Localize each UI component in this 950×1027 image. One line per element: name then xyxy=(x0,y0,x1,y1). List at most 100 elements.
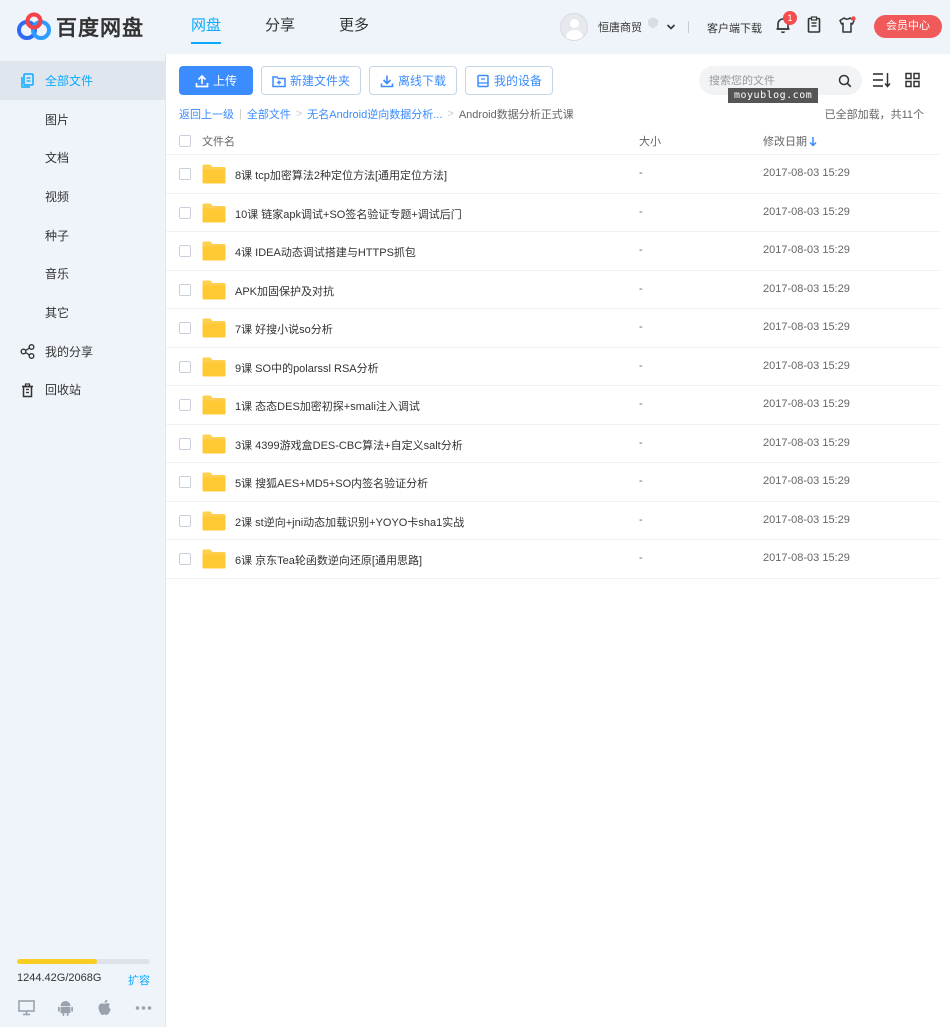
column-header-size[interactable]: 大小 xyxy=(639,133,661,149)
file-modified-date: 2017-08-03 15:29 xyxy=(763,359,850,372)
avatar[interactable] xyxy=(560,13,588,41)
offline-download-button[interactable]: 离线下载 xyxy=(369,66,458,95)
table-row[interactable]: 3课 4399游戏盒DES-CBC算法+自定义salt分析 - 2017-08-03… xyxy=(166,425,940,463)
file-name[interactable]: 1课 态态DES加密初探+smali注入调试 xyxy=(235,398,420,414)
table-row[interactable]: 8课 tcp加密算法2种定位方法[通用定位方法] - 2017-08-03 15:2… xyxy=(166,155,940,194)
file-size: - xyxy=(639,359,643,372)
file-modified-date: 2017-08-03 15:29 xyxy=(763,244,850,256)
row-checkbox[interactable] xyxy=(179,360,191,373)
clipboard-icon[interactable] xyxy=(805,16,823,34)
file-name[interactable]: APK加固保护及对抗 xyxy=(235,283,334,299)
device-icon xyxy=(477,74,489,87)
search-icon[interactable] xyxy=(838,74,852,88)
sidebar-item-documents[interactable]: 文档 xyxy=(0,138,165,177)
vip-center-button[interactable]: 会员中心 xyxy=(874,15,942,38)
file-name[interactable]: 4课 IDEA动态调试搭建与HTTPS抓包 xyxy=(235,244,416,260)
select-all-checkbox[interactable] xyxy=(179,135,191,147)
file-modified-date: 2017-08-03 15:29 xyxy=(763,167,850,179)
row-checkbox[interactable] xyxy=(179,437,191,450)
table-row[interactable]: 2课 st逆向+jni动态加载识别+YOYO卡sha1实战 - 2017-08-03… xyxy=(166,502,940,540)
search-input[interactable] xyxy=(709,74,829,87)
client-download-link[interactable]: 客户端下载 xyxy=(707,20,762,36)
quota-bar xyxy=(17,959,150,964)
share-icon xyxy=(20,343,35,359)
logo[interactable]: 百度网盘 xyxy=(16,12,144,42)
table-row[interactable]: 5课 搜狐AES+MD5+SO内签名验证分析 - 2017-08-03 15:29 xyxy=(166,463,940,502)
sidebar-item-my-shares[interactable]: 我的分享 xyxy=(0,332,165,371)
grid-view-icon[interactable] xyxy=(903,71,923,89)
sidebar-item-videos[interactable]: 视频 xyxy=(0,177,165,216)
username[interactable]: 恒唐商贸 xyxy=(598,19,642,35)
file-name[interactable]: 3课 4399游戏盒DES-CBC算法+自定义salt分析 xyxy=(235,437,463,453)
top-nav: 网盘 分享 更多 xyxy=(176,0,398,54)
table-row[interactable]: 7课 好搜小说so分析 - 2017-08-03 15:29 xyxy=(166,309,940,348)
new-folder-icon xyxy=(272,75,286,87)
breadcrumb-parent[interactable]: 无名Android逆向数据分析... xyxy=(307,106,442,122)
file-name[interactable]: 9课 SO中的polarssl RSA分析 xyxy=(235,360,379,376)
row-checkbox[interactable] xyxy=(179,283,191,296)
sidebar-item-label: 我的分享 xyxy=(45,344,94,359)
folder-icon xyxy=(202,203,226,222)
folder-icon xyxy=(202,241,226,261)
breadcrumb-root[interactable]: 全部文件 xyxy=(247,106,291,122)
nav-more[interactable]: 更多 xyxy=(324,0,384,54)
sidebar-item-images[interactable]: 图片 xyxy=(0,100,165,139)
upload-button[interactable]: 上传 xyxy=(179,66,253,95)
sidebar-item-recycle-bin[interactable]: 回收站 xyxy=(0,371,165,410)
table-header: 文件名 大小 修改日期 xyxy=(166,129,940,155)
file-name[interactable]: 8课 tcp加密算法2种定位方法[通用定位方法] xyxy=(235,167,447,183)
file-name[interactable]: 2课 st逆向+jni动态加载识别+YOYO卡sha1实战 xyxy=(235,514,464,530)
table-row[interactable]: 1课 态态DES加密初探+smali注入调试 - 2017-08-03 15:29 xyxy=(166,386,940,425)
sort-icon[interactable] xyxy=(872,71,892,89)
breadcrumb-back[interactable]: 返回上一级 xyxy=(179,106,234,122)
table-row[interactable]: 4课 IDEA动态调试搭建与HTTPS抓包 - 2017-08-03 15:29 xyxy=(166,232,940,271)
nav-share[interactable]: 分享 xyxy=(250,0,310,54)
row-checkbox[interactable] xyxy=(179,476,191,488)
row-checkbox[interactable] xyxy=(179,168,191,180)
chevron-down-icon[interactable] xyxy=(666,22,676,32)
table-row[interactable]: 10课 链家apk调试+SO签名验证专题+调试后门 - 2017-08-03 15:… xyxy=(166,194,940,232)
sidebar-item-music[interactable]: 音乐 xyxy=(0,254,165,293)
more-icon[interactable] xyxy=(134,998,153,1017)
row-checkbox[interactable] xyxy=(179,553,191,565)
row-checkbox[interactable] xyxy=(179,245,191,257)
sidebar-item-label: 回收站 xyxy=(45,383,82,398)
tshirt-skin-icon[interactable] xyxy=(838,16,856,34)
desktop-icon[interactable] xyxy=(17,998,36,1017)
row-checkbox[interactable] xyxy=(179,206,191,219)
sidebar-item-label: 种子 xyxy=(45,228,70,243)
apple-icon[interactable] xyxy=(95,998,114,1017)
file-name[interactable]: 5课 搜狐AES+MD5+SO内签名验证分析 xyxy=(235,475,428,491)
row-checkbox[interactable] xyxy=(179,322,191,334)
table-row[interactable]: 6课 京东Tea轮函数逆向还原[通用思路] - 2017-08-03 15:29 xyxy=(166,540,940,579)
file-size: - xyxy=(639,282,643,295)
file-list: 8课 tcp加密算法2种定位方法[通用定位方法] - 2017-08-03 15:2… xyxy=(166,155,940,579)
expand-storage-link[interactable]: 扩容 xyxy=(128,972,150,988)
table-row[interactable]: 9课 SO中的polarssl RSA分析 - 2017-08-03 15:29 xyxy=(166,348,940,386)
sidebar-item-label: 全部文件 xyxy=(45,73,94,88)
file-size: - xyxy=(639,475,643,487)
file-size: - xyxy=(639,552,643,564)
row-checkbox[interactable] xyxy=(179,399,191,411)
sidebar-item-other[interactable]: 其它 xyxy=(0,293,165,332)
vip-level-icon xyxy=(648,17,658,29)
row-checkbox[interactable] xyxy=(179,514,191,527)
offline-download-button-label: 离线下载 xyxy=(398,74,447,88)
android-icon[interactable] xyxy=(56,998,75,1017)
file-modified-date: 2017-08-03 15:29 xyxy=(763,398,850,410)
new-folder-button[interactable]: 新建文件夹 xyxy=(261,66,362,95)
quota-text: 1244.42G/2068G xyxy=(17,972,102,984)
file-name[interactable]: 6课 京东Tea轮函数逆向还原[通用思路] xyxy=(235,552,422,568)
file-name[interactable]: 10课 链家apk调试+SO签名验证专题+调试后门 xyxy=(235,206,462,222)
sidebar-item-all-files[interactable]: 全部文件 xyxy=(0,61,165,100)
file-name[interactable]: 7课 好搜小说so分析 xyxy=(235,321,333,337)
table-row[interactable]: APK加固保护及对抗 - 2017-08-03 15:29 xyxy=(166,271,940,309)
sidebar-item-torrents[interactable]: 种子 xyxy=(0,216,165,255)
column-header-date[interactable]: 修改日期 xyxy=(763,133,807,149)
column-header-name[interactable]: 文件名 xyxy=(202,133,235,149)
quota-bar-fill xyxy=(17,959,98,964)
nav-netdisk[interactable]: 网盘 xyxy=(176,0,236,54)
my-devices-button[interactable]: 我的设备 xyxy=(465,66,554,95)
main-panel: 上传 新建文件夹 离线下载 我的设备 搜索您的文件 moyublog.com 返… xyxy=(166,54,940,1027)
user-menu[interactable]: 恒唐商贸 xyxy=(560,12,701,42)
